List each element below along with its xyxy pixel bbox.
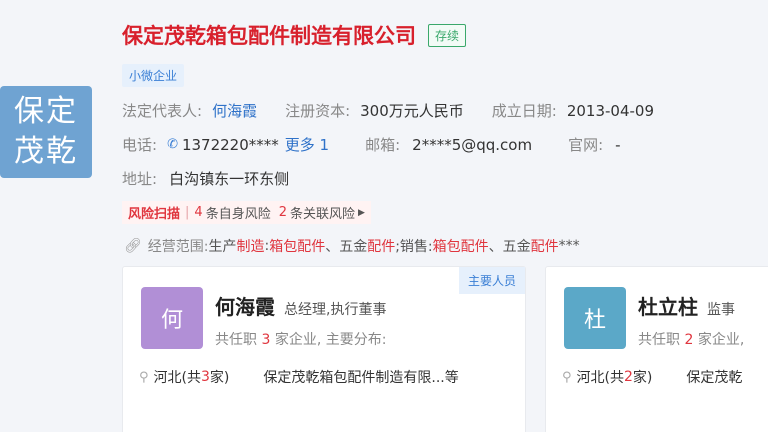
email-label: 邮箱: (365, 136, 401, 154)
scope-highlight: 配件 (367, 239, 396, 255)
scope-text: *** (558, 238, 580, 254)
company-name[interactable]: 保定茂乾箱包配件制造有限公司 (122, 20, 416, 50)
scope-highlight: 箱包配件 (432, 239, 489, 255)
scope-highlight: 箱包配件 (269, 239, 326, 255)
scope-highlight: 制造 (236, 239, 265, 255)
phone-more-link[interactable]: 更多 1 (285, 134, 329, 155)
address-label: 地址: (122, 170, 158, 188)
person-positions: 共任职 3 家企业, 主要分布: (215, 329, 386, 349)
positions-text: 共任职 (215, 332, 257, 348)
phone-value: 1372220**** (181, 135, 279, 154)
related-company-link[interactable]: 保定茂乾箱包配件制造有限...等 (263, 367, 458, 387)
legal-rep-link[interactable]: 何海霞 (212, 100, 257, 121)
region-count[interactable]: 2 (624, 369, 633, 385)
location-pin-icon: ⚲ (562, 369, 572, 385)
self-risk-count: 4 (194, 205, 203, 220)
capital-label: 注册资本: (285, 102, 351, 120)
info-row-3: 地址: 白沟镇东一环东侧 (122, 168, 289, 189)
website-value: - (615, 135, 621, 154)
person-name-row: 何海霞 总经理,执行董事 (215, 291, 386, 320)
self-risk-text: 条自身风险 (205, 207, 271, 222)
info-row-1: 法定代表人: 何海霞 注册资本: 300万元人民币 成立日期: 2013-04-… (122, 100, 654, 121)
related-risk-count: 2 (278, 205, 287, 220)
scope-highlight: 配件 (530, 239, 559, 255)
logo-line-2: 茂乾 (14, 134, 78, 169)
person-card[interactable]: 杜 杜立柱 监事 共任职 2 家企业, ⚲ 河北(共 2 家) 保定茂乾 (545, 266, 768, 432)
info-row-2: 电话: ✆ 1372220**** 更多 1 邮箱: 2****5@qq.com… (122, 134, 621, 155)
risk-scan-label: 风险扫描 (128, 207, 181, 222)
person-card[interactable]: 主要人员 何 何海霞 总经理,执行董事 共任职 3 家企业, 主要分布: ⚲ 河… (122, 266, 526, 432)
location-pin-icon: ⚲ (139, 369, 149, 385)
caret-right-icon: ▶ (358, 207, 365, 218)
status-badge: 存续 (428, 23, 467, 47)
positions-text: 家企业, (697, 332, 745, 348)
founded-label: 成立日期: (491, 102, 557, 120)
legal-rep-label: 法定代表人: (122, 102, 203, 120)
region-text: 家) (209, 370, 230, 386)
title-row: 保定茂乾箱包配件制造有限公司 存续 (122, 20, 467, 50)
region-text: 河北(共 (576, 370, 624, 386)
positions-text: 共任职 (638, 332, 680, 348)
scope-text: 生产 (208, 239, 237, 255)
risk-divider: | (185, 205, 190, 220)
key-personnel-badge: 主要人员 (458, 267, 525, 294)
scope-label: 经营范围: (147, 239, 209, 255)
logo-line-1: 保定 (14, 94, 78, 129)
person-name[interactable]: 杜立柱 (638, 291, 698, 320)
avatar[interactable]: 杜 (564, 287, 626, 349)
email-value[interactable]: 2****5@qq.com (412, 136, 532, 154)
address-value[interactable]: 白沟镇东一环东侧 (169, 168, 289, 189)
person-name-row: 杜立柱 监事 (638, 291, 735, 320)
person-name[interactable]: 何海霞 (215, 291, 275, 320)
positions-text: 家企业, 主要分布: (274, 332, 387, 348)
business-scope: 🔗︎ 经营范围: 生产 制造 : 箱包配件 、五金 配件 ;销售: 箱包配件 、… (124, 236, 580, 256)
positions-count[interactable]: 2 (684, 332, 693, 348)
avatar[interactable]: 何 (141, 287, 203, 349)
region-count[interactable]: 3 (201, 369, 210, 385)
company-logo: 保定 茂乾 (0, 86, 92, 178)
link-icon: 🔗︎ (124, 238, 142, 254)
region-text: 家) (632, 370, 653, 386)
person-location: ⚲ 河北(共 2 家) 保定茂乾 (562, 367, 742, 387)
scope-text: 、五金 (488, 239, 531, 255)
related-company-link[interactable]: 保定茂乾 (686, 367, 742, 387)
capital-value: 300万元人民币 (360, 102, 464, 120)
company-type-tag[interactable]: 小微企业 (122, 64, 185, 87)
related-risk-text: 条关联风险 (289, 207, 355, 222)
website-label: 官网: (568, 136, 604, 154)
person-positions: 共任职 2 家企业, (638, 329, 744, 349)
founded-value: 2013-04-09 (566, 101, 655, 120)
scope-text: 、五金 (325, 239, 368, 255)
phone-label: 电话: (122, 136, 158, 154)
person-role: 监事 (707, 302, 735, 318)
person-role: 总经理,执行董事 (284, 302, 387, 318)
person-location: ⚲ 河北(共 3 家) 保定茂乾箱包配件制造有限...等 (139, 367, 459, 387)
risk-scan-bar[interactable]: 风险扫描 | 4 条自身风险 2 条关联风险 ▶ (122, 201, 371, 224)
region-text: 河北(共 (153, 370, 201, 386)
positions-count[interactable]: 3 (261, 332, 270, 348)
scope-text: ;销售: (395, 239, 433, 255)
phone-icon: ✆ (167, 137, 178, 152)
